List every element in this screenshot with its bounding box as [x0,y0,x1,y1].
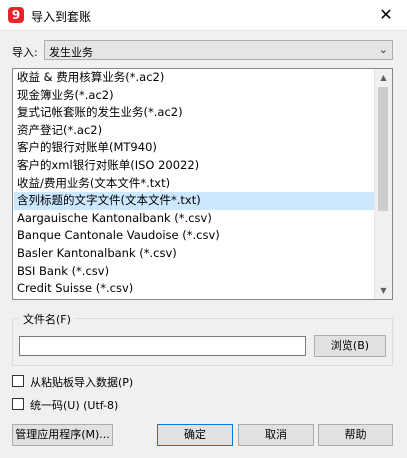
unicode-label[interactable]: 统一码(U) (Utf-8) [30,397,118,413]
scrollbar-thumb[interactable] [378,87,388,211]
cancel-button[interactable]: 取消 [238,424,314,446]
scroll-down-icon[interactable]: ▼ [375,282,392,299]
list-item[interactable]: 收益 & 费用核算业务(*.ac2) [14,69,376,87]
chevron-down-icon: ⌄ [378,43,388,56]
window-title: 导入到套账 [31,10,92,24]
import-label: 导入: [12,46,38,59]
file-name-legend: 文件名(F) [20,311,74,327]
clipboard-label[interactable]: 从粘贴板导入数据(P) [30,374,133,390]
list-item[interactable]: 含列标题的文字文件(文本文件*.txt) [14,192,376,210]
import-format-list[interactable]: 收益 & 费用核算业务(*.ac2) 现金簿业务(*.ac2) 复式记帐套账的发生业… [12,68,393,300]
title-bar: 9 导入到套账 ✕ [0,0,407,31]
list-item[interactable]: Credit Suisse (*.csv) [14,280,376,298]
list-item[interactable]: Luzerner Kantonalbank (*.csv) [14,298,376,300]
list-item[interactable]: 资产登记(*.ac2) [14,122,376,140]
close-button[interactable]: ✕ [373,4,399,26]
unicode-checkbox[interactable] [12,398,24,410]
vertical-scrollbar[interactable]: ▲ ▼ [374,69,392,299]
app-logo-icon: 9 [8,7,24,23]
list-item[interactable]: Banque Cantonale Vaudoise (*.csv) [14,227,376,245]
manage-apps-button[interactable]: 管理应用程序(M)... [12,424,113,446]
browse-button[interactable]: 浏览(B) [314,335,386,357]
list-item[interactable]: 客户的银行对账单(MT940) [14,139,376,157]
scroll-up-icon[interactable]: ▲ [375,69,392,86]
list-item[interactable]: 客户的xml银行对账单(ISO 20022) [14,157,376,175]
list-item[interactable]: 现金簿业务(*.ac2) [14,87,376,105]
ok-button[interactable]: 确定 [157,424,233,446]
clipboard-checkbox[interactable] [12,375,24,387]
help-button[interactable]: 帮助 [318,424,393,446]
import-type-value: 发生业务 [49,46,93,59]
list-item[interactable]: BSI Bank (*.csv) [14,263,376,281]
list-item[interactable]: 收益/费用业务(文本文件*.txt) [14,175,376,193]
import-type-select[interactable]: 发生业务 ⌄ [44,40,393,60]
list-item[interactable]: Basler Kantonalbank (*.csv) [14,245,376,263]
list-item[interactable]: Aargauische Kantonalbank (*.csv) [14,210,376,228]
file-name-input[interactable] [19,336,306,356]
list-item[interactable]: 复式记帐套账的发生业务(*.ac2) [14,104,376,122]
list-items: 收益 & 费用核算业务(*.ac2) 现金簿业务(*.ac2) 复式记帐套账的发生业… [14,69,376,300]
